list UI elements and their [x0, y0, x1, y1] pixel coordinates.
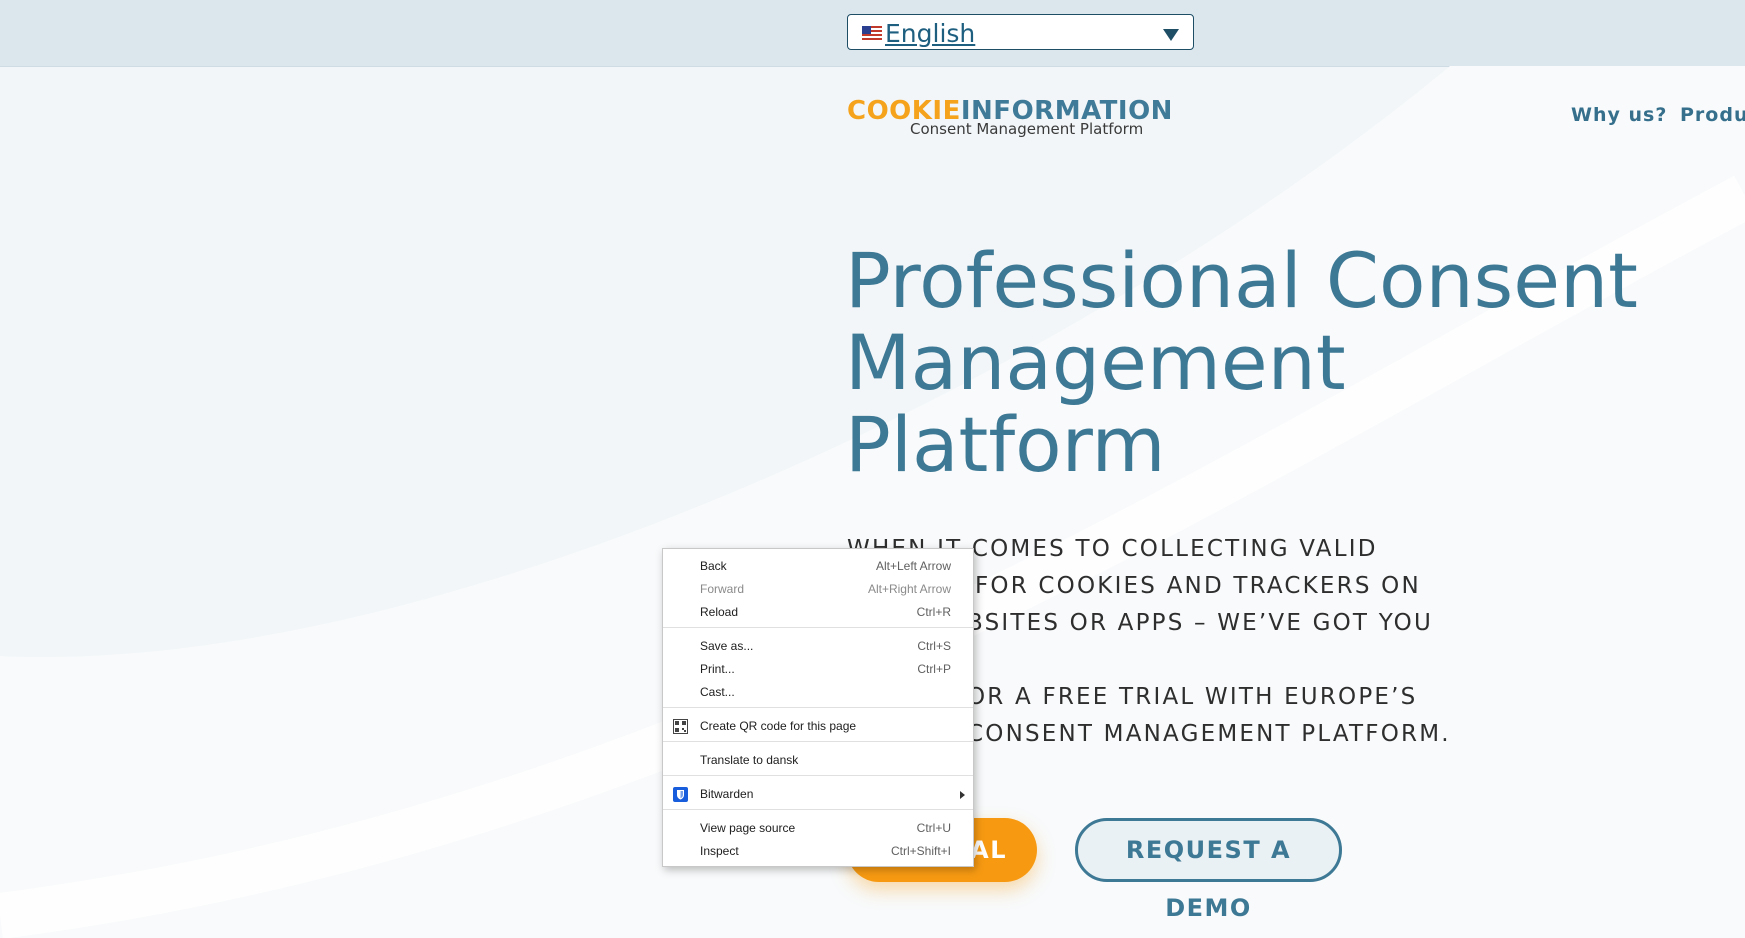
submenu-arrow-icon [960, 791, 965, 799]
menu-separator [663, 809, 973, 810]
nav-products[interactable]: Produ [1680, 104, 1745, 126]
hero-text-line-4: OR A FREE TRIAL WITH EUROPE’S [967, 684, 1418, 710]
context-menu: Back Alt+Left Arrow Forward Alt+Right Ar… [662, 548, 974, 867]
menu-item-reload[interactable]: Reload Ctrl+R [663, 601, 973, 624]
menu-item-print[interactable]: Print... Ctrl+P [663, 658, 973, 681]
menu-item-create-qr[interactable]: Create QR code for this page [663, 715, 973, 738]
menu-separator [663, 627, 973, 628]
language-select[interactable]: English [847, 14, 1194, 50]
menu-item-forward[interactable]: Forward Alt+Right Arrow [663, 578, 973, 601]
menu-item-view-source[interactable]: View page source Ctrl+U [663, 817, 973, 840]
hero-text-line-3: BSITES OR APPS – WE’VE GOT YOU [967, 610, 1434, 636]
language-select-value: English [885, 19, 976, 48]
bitwarden-shield-icon [673, 787, 688, 802]
hero-title-line-3: Platform [845, 400, 1166, 489]
cookieinformation-logo[interactable]: COOKIEINFORMATION Consent Management Pla… [847, 96, 1173, 138]
menu-item-bitwarden[interactable]: Bitwarden [663, 783, 973, 806]
menu-separator [663, 775, 973, 776]
menu-item-cast[interactable]: Cast... [663, 681, 973, 704]
logo-tagline: Consent Management Platform [910, 120, 1144, 138]
menu-separator [663, 707, 973, 708]
qr-code-icon [673, 719, 688, 734]
menu-item-translate[interactable]: Translate to dansk [663, 749, 973, 772]
hero-title-line-2: Management [845, 318, 1346, 407]
hero-title-line-1: Professional Consent [845, 236, 1638, 325]
nav-why-us[interactable]: Why us? [1571, 104, 1667, 126]
menu-item-inspect[interactable]: Inspect Ctrl+Shift+I [663, 840, 973, 863]
menu-item-save-as[interactable]: Save as... Ctrl+S [663, 635, 973, 658]
hero-title: Professional Consent Management Platform [845, 240, 1715, 486]
request-demo-button[interactable]: REQUEST A DEMO [1075, 818, 1342, 922]
menu-separator [663, 741, 973, 742]
hero-text-line-2: FOR COOKIES AND TRACKERS ON [975, 573, 1421, 599]
language-bar: English [0, 0, 1745, 67]
hero-text-line-5: CONSENT MANAGEMENT PLATFORM. [967, 721, 1451, 747]
dropdown-caret-icon [1163, 29, 1179, 41]
us-flag-icon [862, 26, 882, 40]
menu-item-back[interactable]: Back Alt+Left Arrow [663, 555, 973, 578]
